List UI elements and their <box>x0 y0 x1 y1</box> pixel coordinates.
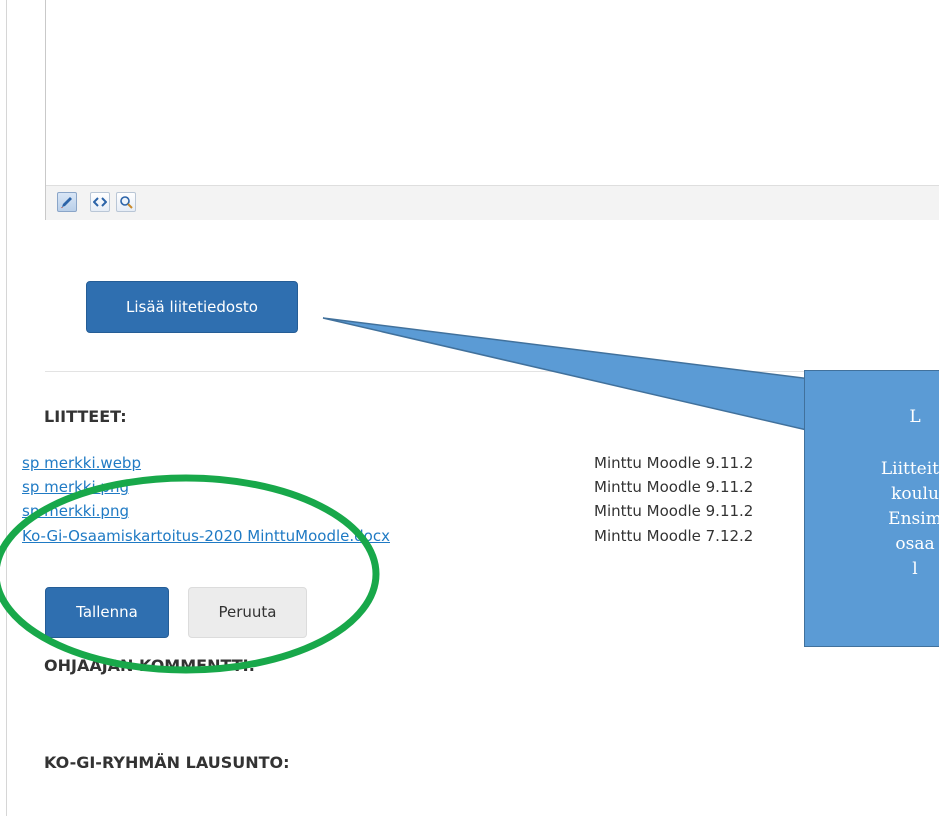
highlight-ellipse <box>0 474 380 674</box>
callout-text-line: osaa <box>895 534 935 554</box>
callout-text-line: koulu <box>891 484 939 504</box>
annotation-callout: L Liitteitä koulu Ensim osaa l <box>804 370 939 647</box>
callout-text-line: Ensim <box>888 509 939 529</box>
annotation-overlay <box>0 317 939 674</box>
callout-text-line: L <box>909 407 921 427</box>
callout-text-line: l <box>912 559 918 579</box>
callout-text-line: Liitteitä <box>880 459 939 479</box>
